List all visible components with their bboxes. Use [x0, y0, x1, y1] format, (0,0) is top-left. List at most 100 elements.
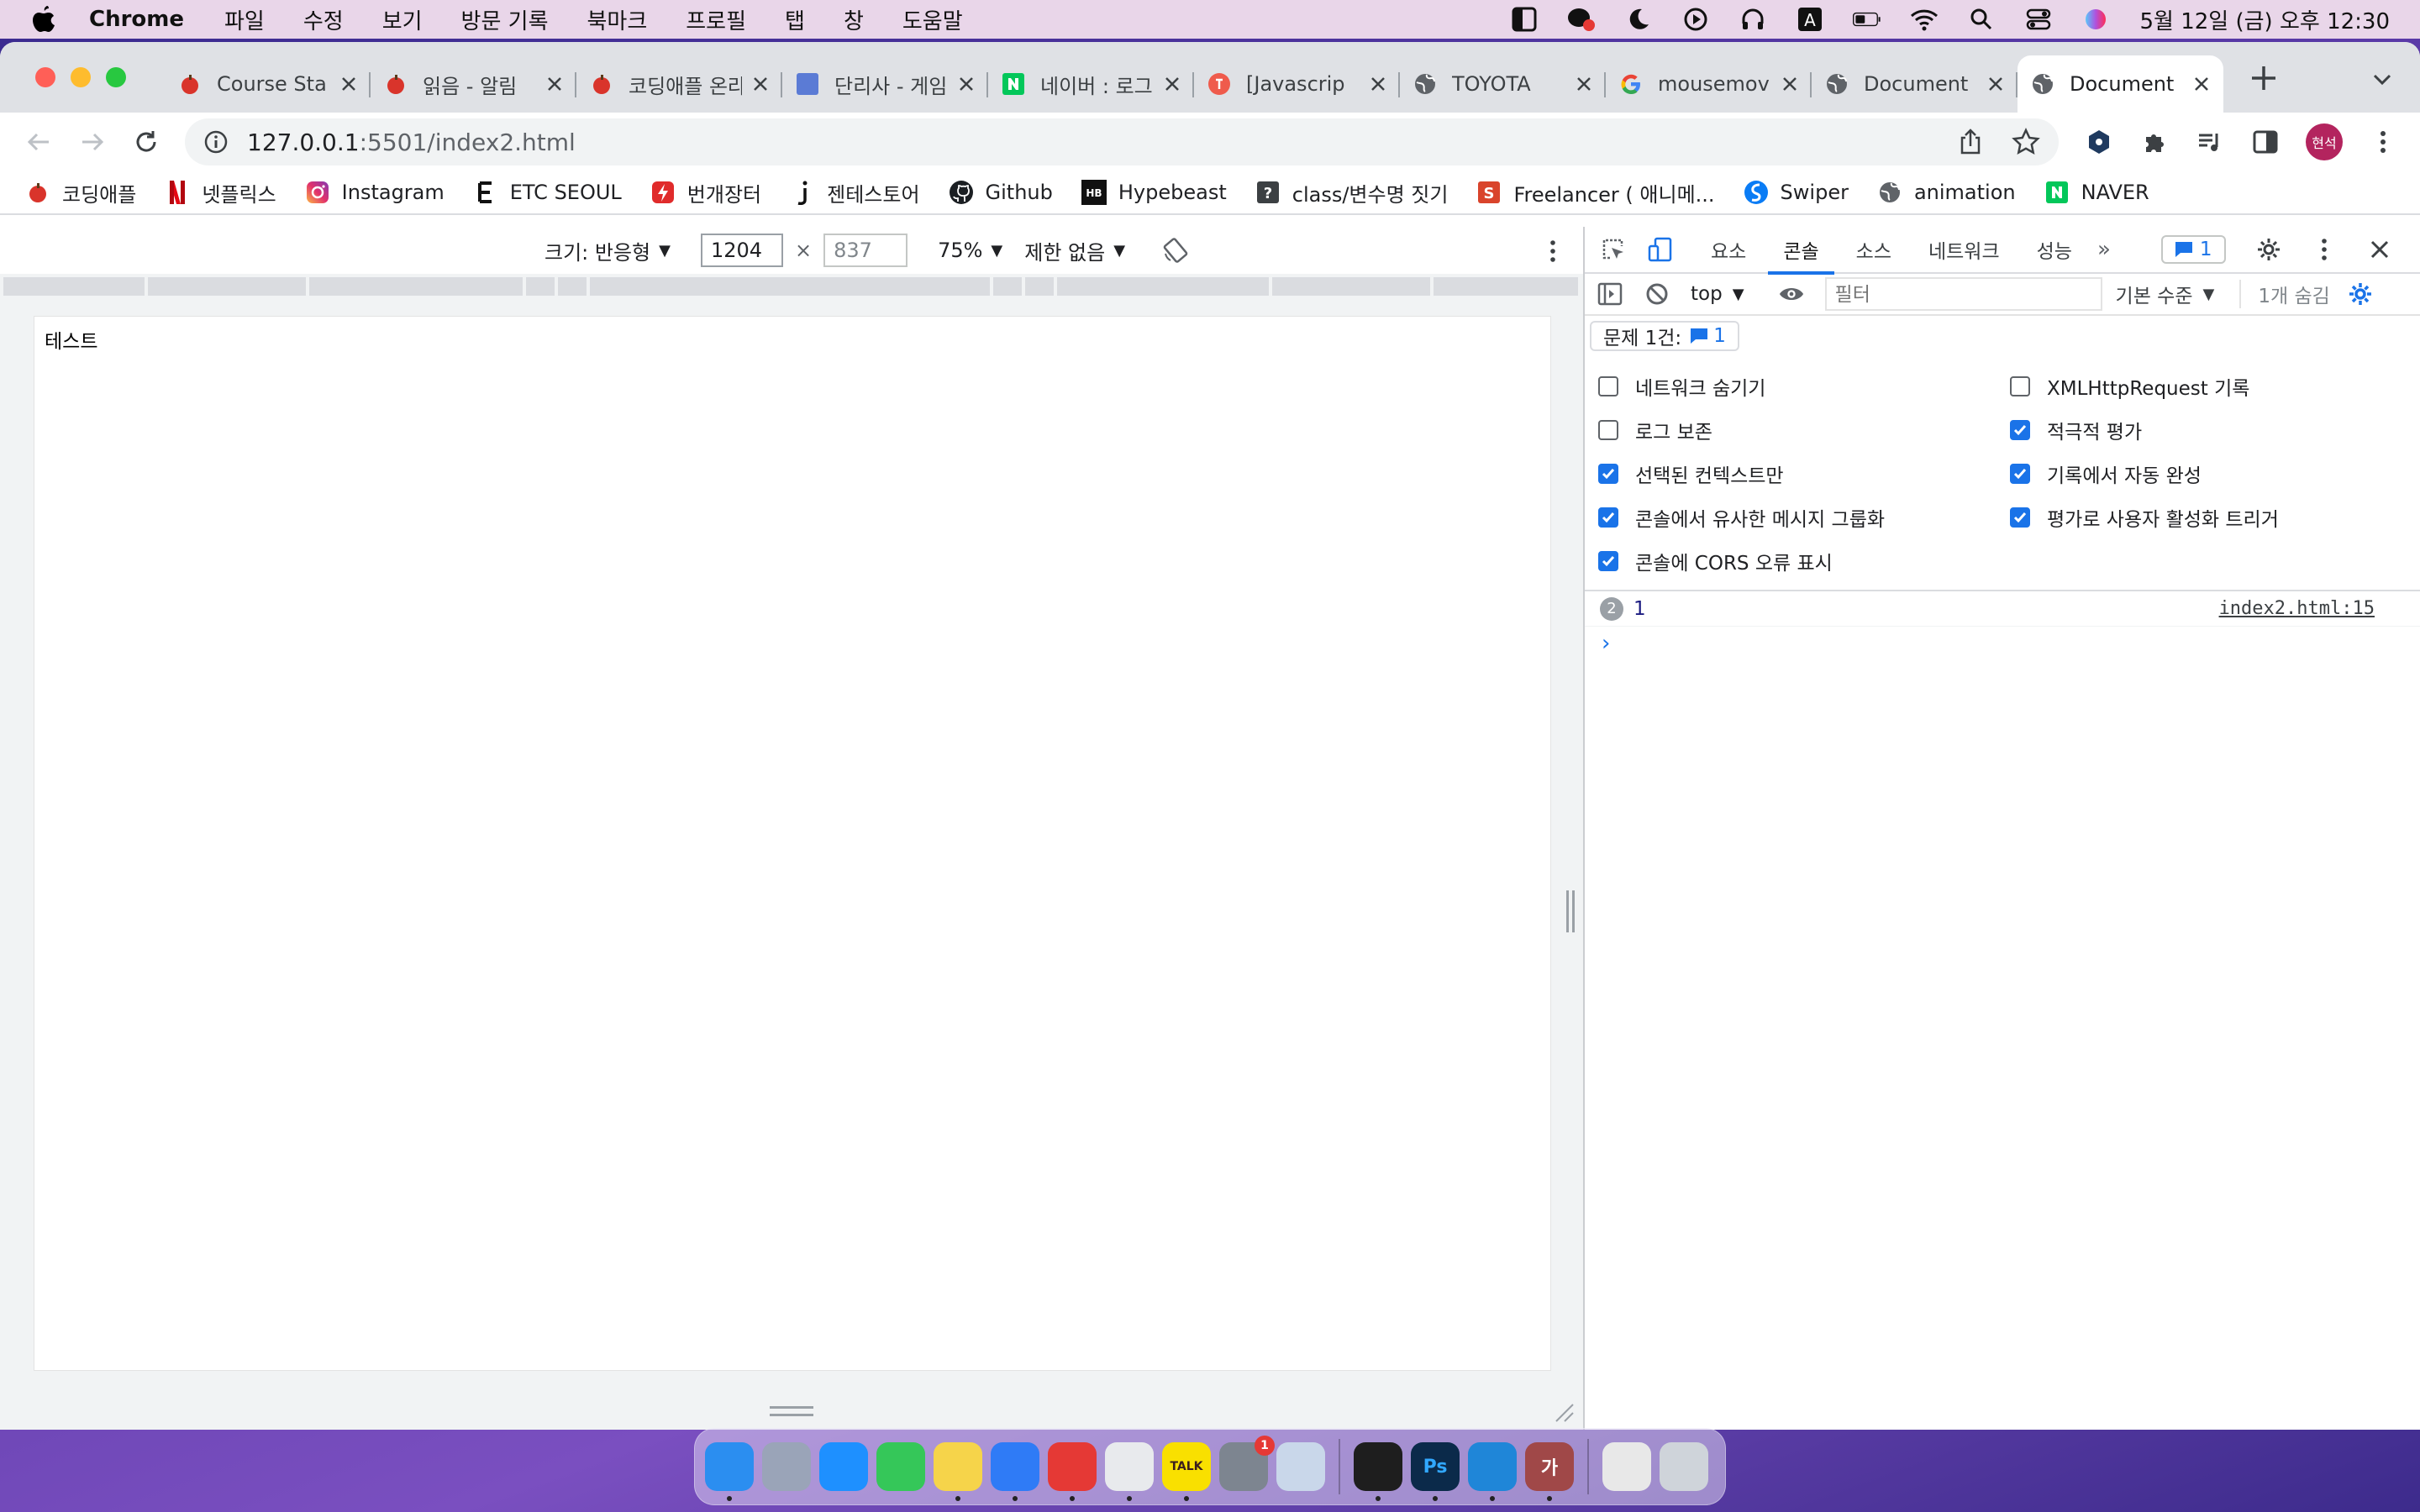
bookmark-item[interactable]: 코딩애플	[25, 178, 136, 207]
throttle-dropdown[interactable]: 제한 없음 ▼	[1024, 236, 1125, 265]
console-settings-gear-icon[interactable]	[2347, 281, 2374, 307]
checkbox[interactable]	[1598, 420, 1618, 440]
bookmark-item[interactable]: Swiper	[1744, 180, 1849, 205]
headphones-icon[interactable]	[1739, 7, 1767, 32]
tab-close-icon[interactable]	[1162, 74, 1182, 94]
dock-notes-icon[interactable]	[934, 1442, 982, 1501]
dock-font-app-icon[interactable]: 가	[1525, 1442, 1574, 1501]
tab-item[interactable]: Course Sta	[165, 55, 371, 113]
menu-file[interactable]: 파일	[224, 4, 265, 35]
menubar-clock[interactable]: 5월 12일 (금) 오후 12:30	[2140, 4, 2391, 35]
media-query-ruler[interactable]	[3, 277, 1581, 296]
setting-user-activation[interactable]: 평가로 사용자 활성화 트리거	[2010, 496, 2396, 539]
dimensions-dropdown[interactable]: 크기: 반응형 ▼	[544, 236, 671, 265]
dock-launchpad-icon[interactable]	[762, 1442, 811, 1491]
setting-show-cors-errors[interactable]: 콘솔에 CORS 오류 표시	[1598, 539, 2010, 583]
chrome-menu-kebab-icon[interactable]	[2368, 127, 2398, 157]
menu-help[interactable]: 도움말	[902, 4, 963, 35]
context-selector[interactable]: top ▼	[1691, 283, 1744, 305]
console-filter-input[interactable]	[1824, 277, 2102, 311]
setting-hide-network[interactable]: 네트워크 숨기기	[1598, 365, 2010, 408]
dock-photoshop-icon[interactable]: Ps	[1411, 1442, 1460, 1501]
live-expression-eye-icon[interactable]	[1778, 281, 1805, 307]
viewport-resize-corner-icon[interactable]	[1553, 1401, 1575, 1423]
menu-tab[interactable]: 탭	[785, 4, 805, 35]
tab-close-icon[interactable]	[2191, 74, 2212, 94]
devtools-tab-console[interactable]: 콘솔	[1765, 226, 1837, 275]
dock-kakaotalk-icon[interactable]: TALK	[1162, 1442, 1211, 1501]
profile-avatar[interactable]: 현석	[2306, 123, 2343, 160]
checkbox-checked[interactable]	[1598, 464, 1618, 484]
bookmark-item[interactable]: Github	[949, 180, 1053, 205]
tab-item[interactable]: mousemov	[1606, 55, 1812, 113]
setting-selected-context-only[interactable]: 선택된 컨텍스트만	[1598, 452, 2010, 496]
dock-youtube-music-icon[interactable]	[1048, 1442, 1097, 1501]
chat-status-icon[interactable]	[1567, 7, 1596, 32]
menu-view[interactable]: 보기	[382, 4, 423, 35]
checkbox[interactable]	[2010, 376, 2030, 396]
checkbox-checked[interactable]	[1598, 551, 1618, 571]
menu-edit[interactable]: 수정	[303, 4, 344, 35]
dock-terminal-icon[interactable]	[1354, 1442, 1402, 1501]
bookmark-item[interactable]: HB Hypebeast	[1081, 180, 1227, 205]
tab-item[interactable]: 네이버 : 로그	[988, 55, 1194, 113]
menu-profiles[interactable]: 프로필	[686, 4, 746, 35]
clear-console-icon[interactable]	[1644, 281, 1670, 307]
control-center-icon[interactable]	[2024, 7, 2053, 32]
reload-icon[interactable]	[128, 123, 165, 160]
dock-preview-icon[interactable]	[1276, 1442, 1325, 1491]
log-levels-dropdown[interactable]: 기본 수준 ▼	[2116, 280, 2215, 308]
checkbox-checked[interactable]	[2010, 464, 2030, 484]
bookmark-star-icon[interactable]	[2012, 128, 2040, 156]
devtools-tab-elements[interactable]: 요소	[1692, 226, 1765, 273]
device-toolbar-more-icon[interactable]	[1548, 239, 1558, 264]
minimize-window-button[interactable]	[71, 67, 91, 87]
dock-trash-icon[interactable]	[1660, 1442, 1708, 1491]
setting-log-xhr[interactable]: XMLHttpRequest 기록	[2010, 365, 2396, 408]
device-toggle-icon[interactable]	[1645, 234, 1676, 265]
zoom-window-button[interactable]	[106, 67, 126, 87]
inspect-element-icon[interactable]	[1598, 234, 1628, 265]
input-source-icon[interactable]: A	[1796, 7, 1824, 32]
viewport-resize-handle-right[interactable]	[1566, 890, 1575, 932]
console-prompt[interactable]: ›	[1585, 627, 2420, 660]
url-text[interactable]: 127.0.0.1:5501/index2.html	[247, 129, 1929, 156]
new-tab-plus-icon[interactable]	[2247, 61, 2281, 95]
tab-close-icon[interactable]	[1368, 74, 1388, 94]
sidebar-status-icon[interactable]	[1510, 7, 1539, 32]
dock-finder-icon[interactable]	[705, 1442, 754, 1501]
dock-vscode-icon[interactable]	[1468, 1442, 1517, 1501]
tab-item[interactable]: TOYOTA	[1400, 55, 1606, 113]
tab-item[interactable]: 읽음 - 알림	[371, 55, 576, 113]
tab-item[interactable]: 코딩애플 온라	[576, 55, 782, 113]
tab-close-icon[interactable]	[1780, 74, 1800, 94]
devtools-more-icon[interactable]	[2309, 234, 2339, 265]
app-name-menu[interactable]: Chrome	[89, 7, 184, 32]
bookmark-item[interactable]: 넷플릭스	[165, 178, 276, 207]
side-panel-icon[interactable]	[2250, 127, 2281, 157]
tab-item[interactable]: [Javascrip	[1194, 55, 1400, 113]
issues-link[interactable]: 문제 1건: 1	[1590, 321, 1739, 351]
checkbox-checked[interactable]	[2010, 420, 2030, 440]
devtools-tab-sources[interactable]: 소스	[1838, 226, 1910, 273]
menu-bookmarks[interactable]: 북마크	[587, 4, 648, 35]
extension-hexagon-icon[interactable]	[2084, 127, 2114, 157]
menu-window[interactable]: 창	[844, 4, 864, 35]
devtools-close-icon[interactable]	[2365, 234, 2395, 265]
setting-group-similar[interactable]: 콘솔에서 유사한 메시지 그룹화	[1598, 496, 2010, 539]
bookmark-item[interactable]: Instagram	[305, 180, 445, 205]
tab-close-icon[interactable]	[956, 74, 976, 94]
bookmark-item[interactable]: S Freelancer ( 애니메...	[1476, 178, 1715, 207]
dock-system-preferences-icon[interactable]: 1	[1219, 1436, 1275, 1491]
dock-facetime-icon[interactable]	[876, 1442, 925, 1491]
moon-icon[interactable]	[1624, 7, 1653, 32]
site-info-icon[interactable]	[203, 129, 229, 155]
more-tabs-chevron-icon[interactable]: »	[2097, 237, 2111, 262]
zoom-dropdown[interactable]: 75% ▼	[938, 239, 1002, 262]
dock-chrome-icon[interactable]	[1105, 1442, 1154, 1501]
issues-counter-button[interactable]: 1	[2160, 235, 2226, 264]
media-controls-icon[interactable]	[2195, 127, 2225, 157]
bookmark-item[interactable]: 젠테스토어	[790, 178, 920, 207]
setting-preserve-log[interactable]: 로그 보존	[1598, 408, 2010, 452]
viewport-width-input[interactable]	[700, 234, 783, 267]
